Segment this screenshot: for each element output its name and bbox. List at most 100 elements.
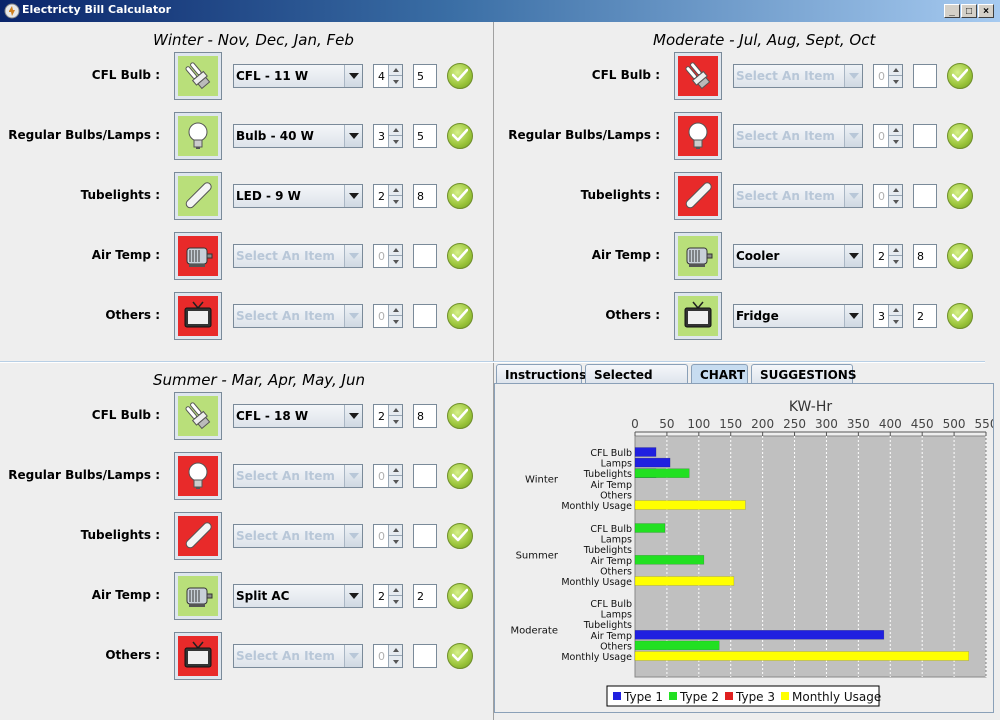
moderate-row1-hours-spinner[interactable]: 0 bbox=[873, 124, 903, 148]
winter-row1-appliance-button[interactable] bbox=[174, 112, 222, 160]
winter-row4-hours-spinner[interactable]: 0 bbox=[373, 304, 403, 328]
summer-row4-quantity-field[interactable] bbox=[413, 644, 437, 668]
summer-row2-confirm-button[interactable] bbox=[447, 523, 473, 549]
summer-row1-quantity-field[interactable] bbox=[413, 464, 437, 488]
summer-row2-hours-spinner[interactable]: 0 bbox=[373, 524, 403, 548]
chevron-down-icon[interactable] bbox=[344, 245, 362, 267]
chevron-down-icon[interactable] bbox=[844, 185, 862, 207]
tab-suggestions[interactable]: SUGGESTIONS bbox=[751, 364, 856, 384]
summer-row0-confirm-button[interactable] bbox=[447, 403, 473, 429]
tab-instructions[interactable]: Instructions bbox=[496, 364, 586, 384]
winter-row2-hours-spinner[interactable]: 2 bbox=[373, 184, 403, 208]
chevron-down-icon[interactable] bbox=[844, 65, 862, 87]
spinner-up-icon[interactable] bbox=[389, 125, 402, 136]
spinner-down-icon[interactable] bbox=[889, 316, 902, 327]
winter-row0-hours-spinner[interactable]: 4 bbox=[373, 64, 403, 88]
spinner-down-icon[interactable] bbox=[389, 596, 402, 607]
winter-row0-quantity-field[interactable]: 5 bbox=[413, 64, 437, 88]
chevron-down-icon[interactable] bbox=[844, 305, 862, 327]
winter-row3-appliance-select[interactable]: Select An Item bbox=[233, 244, 363, 268]
summer-row4-confirm-button[interactable] bbox=[447, 643, 473, 669]
spinner-down-icon[interactable] bbox=[389, 536, 402, 547]
summer-row1-hours-spinner[interactable]: 0 bbox=[373, 464, 403, 488]
spinner-down-icon[interactable] bbox=[389, 136, 402, 147]
moderate-row4-appliance-select[interactable]: Fridge bbox=[733, 304, 863, 328]
summer-row1-appliance-button[interactable] bbox=[174, 452, 222, 500]
winter-row2-quantity-field[interactable]: 8 bbox=[413, 184, 437, 208]
summer-row1-appliance-select[interactable]: Select An Item bbox=[233, 464, 363, 488]
moderate-row4-appliance-button[interactable] bbox=[674, 292, 722, 340]
winter-row3-hours-spinner[interactable]: 0 bbox=[373, 244, 403, 268]
summer-row4-appliance-select[interactable]: Select An Item bbox=[233, 644, 363, 668]
chevron-down-icon[interactable] bbox=[344, 125, 362, 147]
spinner-up-icon[interactable] bbox=[389, 645, 402, 656]
summer-row4-hours-spinner[interactable]: 0 bbox=[373, 644, 403, 668]
winter-row0-confirm-button[interactable] bbox=[447, 63, 473, 89]
winter-row1-appliance-select[interactable]: Bulb - 40 W bbox=[233, 124, 363, 148]
close-button[interactable]: × bbox=[978, 4, 994, 18]
tab-chart[interactable]: CHART bbox=[691, 364, 748, 384]
spinner-up-icon[interactable] bbox=[889, 185, 902, 196]
winter-row1-hours-spinner[interactable]: 3 bbox=[373, 124, 403, 148]
spinner-down-icon[interactable] bbox=[889, 196, 902, 207]
spinner-up-icon[interactable] bbox=[889, 125, 902, 136]
moderate-row1-quantity-field[interactable] bbox=[913, 124, 937, 148]
chevron-down-icon[interactable] bbox=[344, 465, 362, 487]
chevron-down-icon[interactable] bbox=[344, 645, 362, 667]
spinner-up-icon[interactable] bbox=[389, 405, 402, 416]
winter-row0-appliance-button[interactable] bbox=[174, 52, 222, 100]
moderate-row0-appliance-select[interactable]: Select An Item bbox=[733, 64, 863, 88]
summer-row4-appliance-button[interactable] bbox=[174, 632, 222, 680]
winter-row0-appliance-select[interactable]: CFL - 11 W bbox=[233, 64, 363, 88]
spinner-up-icon[interactable] bbox=[889, 65, 902, 76]
spinner-up-icon[interactable] bbox=[389, 585, 402, 596]
chevron-down-icon[interactable] bbox=[344, 585, 362, 607]
moderate-row2-appliance-select[interactable]: Select An Item bbox=[733, 184, 863, 208]
winter-row4-confirm-button[interactable] bbox=[447, 303, 473, 329]
maximize-button[interactable]: □ bbox=[961, 4, 977, 18]
tab-selected-items[interactable]: Selected Items bbox=[585, 364, 688, 396]
moderate-row4-quantity-field[interactable]: 2 bbox=[913, 304, 937, 328]
summer-row3-confirm-button[interactable] bbox=[447, 583, 473, 609]
winter-row2-appliance-button[interactable] bbox=[174, 172, 222, 220]
summer-row2-quantity-field[interactable] bbox=[413, 524, 437, 548]
spinner-down-icon[interactable] bbox=[389, 196, 402, 207]
summer-row3-appliance-select[interactable]: Split AC bbox=[233, 584, 363, 608]
chevron-down-icon[interactable] bbox=[344, 405, 362, 427]
moderate-row3-appliance-button[interactable] bbox=[674, 232, 722, 280]
chevron-down-icon[interactable] bbox=[844, 125, 862, 147]
summer-row1-confirm-button[interactable] bbox=[447, 463, 473, 489]
summer-row2-appliance-select[interactable]: Select An Item bbox=[233, 524, 363, 548]
summer-row3-hours-spinner[interactable]: 2 bbox=[373, 584, 403, 608]
summer-row3-quantity-field[interactable]: 2 bbox=[413, 584, 437, 608]
spinner-up-icon[interactable] bbox=[389, 525, 402, 536]
moderate-row0-hours-spinner[interactable]: 0 bbox=[873, 64, 903, 88]
winter-row2-confirm-button[interactable] bbox=[447, 183, 473, 209]
summer-row0-hours-spinner[interactable]: 2 bbox=[373, 404, 403, 428]
winter-row1-quantity-field[interactable]: 5 bbox=[413, 124, 437, 148]
summer-row0-appliance-select[interactable]: CFL - 18 W bbox=[233, 404, 363, 428]
moderate-row4-hours-spinner[interactable]: 3 bbox=[873, 304, 903, 328]
spinner-down-icon[interactable] bbox=[389, 256, 402, 267]
chevron-down-icon[interactable] bbox=[344, 65, 362, 87]
summer-row3-appliance-button[interactable] bbox=[174, 572, 222, 620]
summer-row0-appliance-button[interactable] bbox=[174, 392, 222, 440]
moderate-row0-appliance-button[interactable] bbox=[674, 52, 722, 100]
spinner-up-icon[interactable] bbox=[389, 465, 402, 476]
moderate-row3-hours-spinner[interactable]: 2 bbox=[873, 244, 903, 268]
moderate-row3-appliance-select[interactable]: Cooler bbox=[733, 244, 863, 268]
summer-row2-appliance-button[interactable] bbox=[174, 512, 222, 560]
moderate-row3-confirm-button[interactable] bbox=[947, 243, 973, 269]
moderate-row4-confirm-button[interactable] bbox=[947, 303, 973, 329]
chevron-down-icon[interactable] bbox=[344, 525, 362, 547]
spinner-down-icon[interactable] bbox=[389, 316, 402, 327]
winter-row3-appliance-button[interactable] bbox=[174, 232, 222, 280]
winter-row3-quantity-field[interactable] bbox=[413, 244, 437, 268]
spinner-up-icon[interactable] bbox=[389, 65, 402, 76]
moderate-row1-appliance-select[interactable]: Select An Item bbox=[733, 124, 863, 148]
winter-row3-confirm-button[interactable] bbox=[447, 243, 473, 269]
moderate-row1-confirm-button[interactable] bbox=[947, 123, 973, 149]
spinner-down-icon[interactable] bbox=[389, 76, 402, 87]
winter-row4-appliance-button[interactable] bbox=[174, 292, 222, 340]
moderate-row0-quantity-field[interactable] bbox=[913, 64, 937, 88]
